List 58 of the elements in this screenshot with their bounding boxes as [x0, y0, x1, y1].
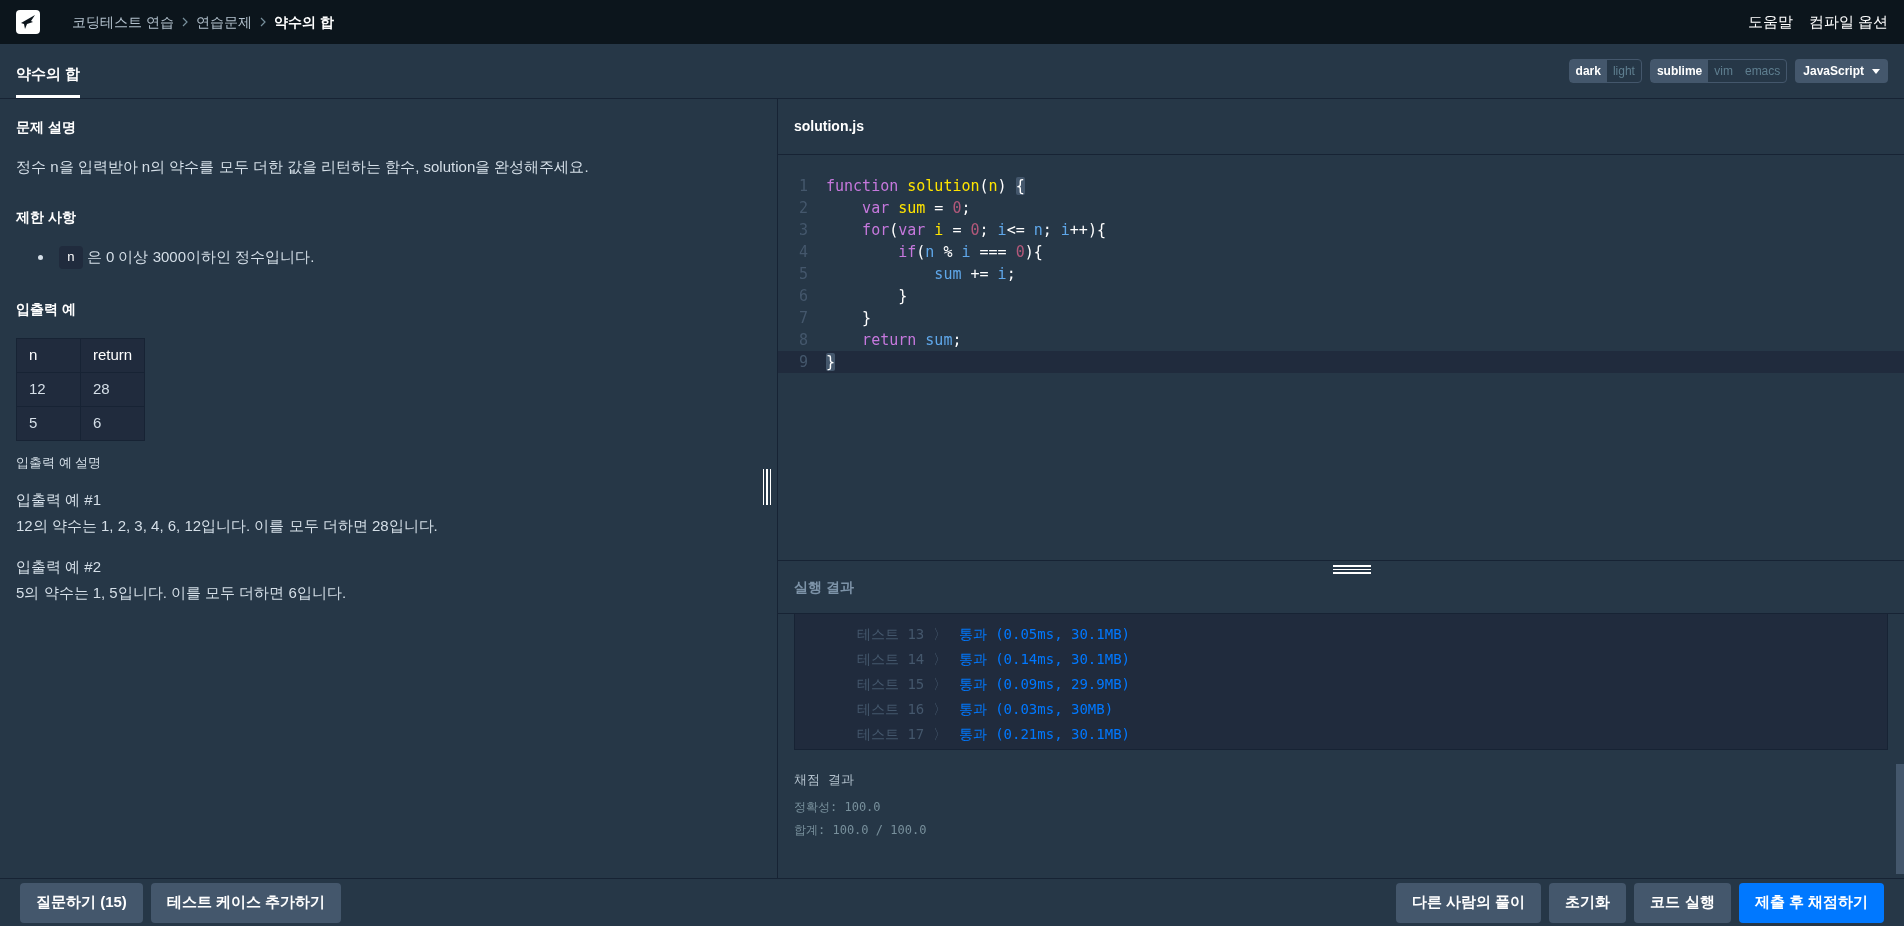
chevron-icon	[181, 17, 188, 27]
table-cell: 12	[16, 372, 81, 407]
caret-icon	[1872, 68, 1880, 74]
scrollbar[interactable]	[1896, 764, 1904, 874]
breadcrumb-link[interactable]: 약수의 합	[273, 11, 334, 33]
section-heading: 입출력 예	[16, 300, 77, 319]
action-button[interactable]: 코드 실행	[1634, 882, 1731, 923]
section-subheading: 입출력 예 설명	[16, 454, 103, 472]
code-line: return sum;	[861, 329, 962, 351]
table-header: n	[16, 338, 81, 373]
test-result: 통과 (0.03ms, 30MB)	[958, 700, 1114, 719]
action-button[interactable]: 다른 사람의 풀이	[1396, 882, 1542, 923]
test-result: 통과 (0.05ms, 30.1MB)	[958, 625, 1130, 644]
example-title: 입출력 예 #1	[16, 489, 103, 510]
resize-handle[interactable]	[1333, 565, 1371, 574]
inline-code: n	[59, 245, 83, 269]
action-button[interactable]: 초기화	[1549, 882, 1627, 923]
problem-description: 정수 n을 입력받아 n의 약수를 모두 더한 값을 리턴하는 함수, solution을 완성해주세요.	[16, 157, 590, 177]
action-button[interactable]: 제출 후 채점하기	[1738, 882, 1884, 923]
action-button[interactable]: 질문하기 (15)	[20, 882, 143, 923]
section-heading: 문제 설명	[16, 118, 77, 137]
breadcrumb-link[interactable]: 연습문제	[195, 11, 252, 33]
table-header: return	[80, 338, 145, 373]
table-cell: 28	[80, 372, 145, 407]
nav-link[interactable]: 도움말	[1747, 10, 1793, 34]
code-line: }	[897, 285, 908, 307]
resize-handle[interactable]	[763, 469, 771, 505]
chevron-icon	[259, 17, 266, 27]
code-line: sum += i;	[933, 263, 1016, 285]
theme-toggle[interactable]: dark	[1569, 60, 1607, 82]
grading-title: 채점 결과	[794, 771, 855, 789]
table-cell: 6	[80, 406, 145, 441]
nav-link[interactable]: 컴파일 옵션	[1808, 10, 1888, 34]
language-dropdown[interactable]: JavaScript	[1795, 59, 1888, 83]
example-explanation: 5의 약수는 1, 5입니다. 이를 모두 더하면 6입니다.	[16, 583, 348, 603]
test-result: 통과 (0.21ms, 30.1MB)	[958, 725, 1130, 744]
grading-score: 합계: 100.0 / 100.0	[794, 821, 928, 839]
file-name: solution.js	[794, 117, 864, 136]
code-line: var sum = 0;	[861, 197, 971, 219]
example-title: 입출력 예 #2	[16, 556, 103, 577]
constraint-text: 은 0 이상 3000이하인 정수입니다.	[86, 247, 315, 267]
example-explanation: 12의 약수는 1, 2, 3, 4, 6, 12입니다. 이를 모두 더하면 28입니다.	[16, 516, 439, 536]
breadcrumb-link[interactable]: 코딩테스트 연습	[72, 11, 174, 33]
code-line: }	[861, 307, 872, 329]
problem-tab[interactable]: 약수의 합	[16, 54, 81, 98]
code-line: for(var i = 0; i<= n; i++){	[861, 219, 1106, 241]
bullet-icon	[38, 254, 43, 260]
logo-icon[interactable]	[16, 10, 40, 34]
results-title: 실행 결과	[794, 577, 854, 597]
section-heading: 제한 사항	[16, 207, 77, 227]
code-line: if(n % i === 0){	[897, 241, 1043, 263]
test-result: 통과 (0.09ms, 29.9MB)	[958, 675, 1130, 694]
test-result: 통과 (0.14ms, 30.1MB)	[958, 650, 1130, 669]
code-line: function solution(n) {	[826, 175, 1025, 197]
action-button[interactable]: 테스트 케이스 추가하기	[150, 882, 342, 923]
grading-score: 정확성: 100.0	[794, 798, 882, 816]
table-cell: 5	[16, 406, 81, 441]
keymap-toggle[interactable]: sublime	[1650, 60, 1709, 82]
